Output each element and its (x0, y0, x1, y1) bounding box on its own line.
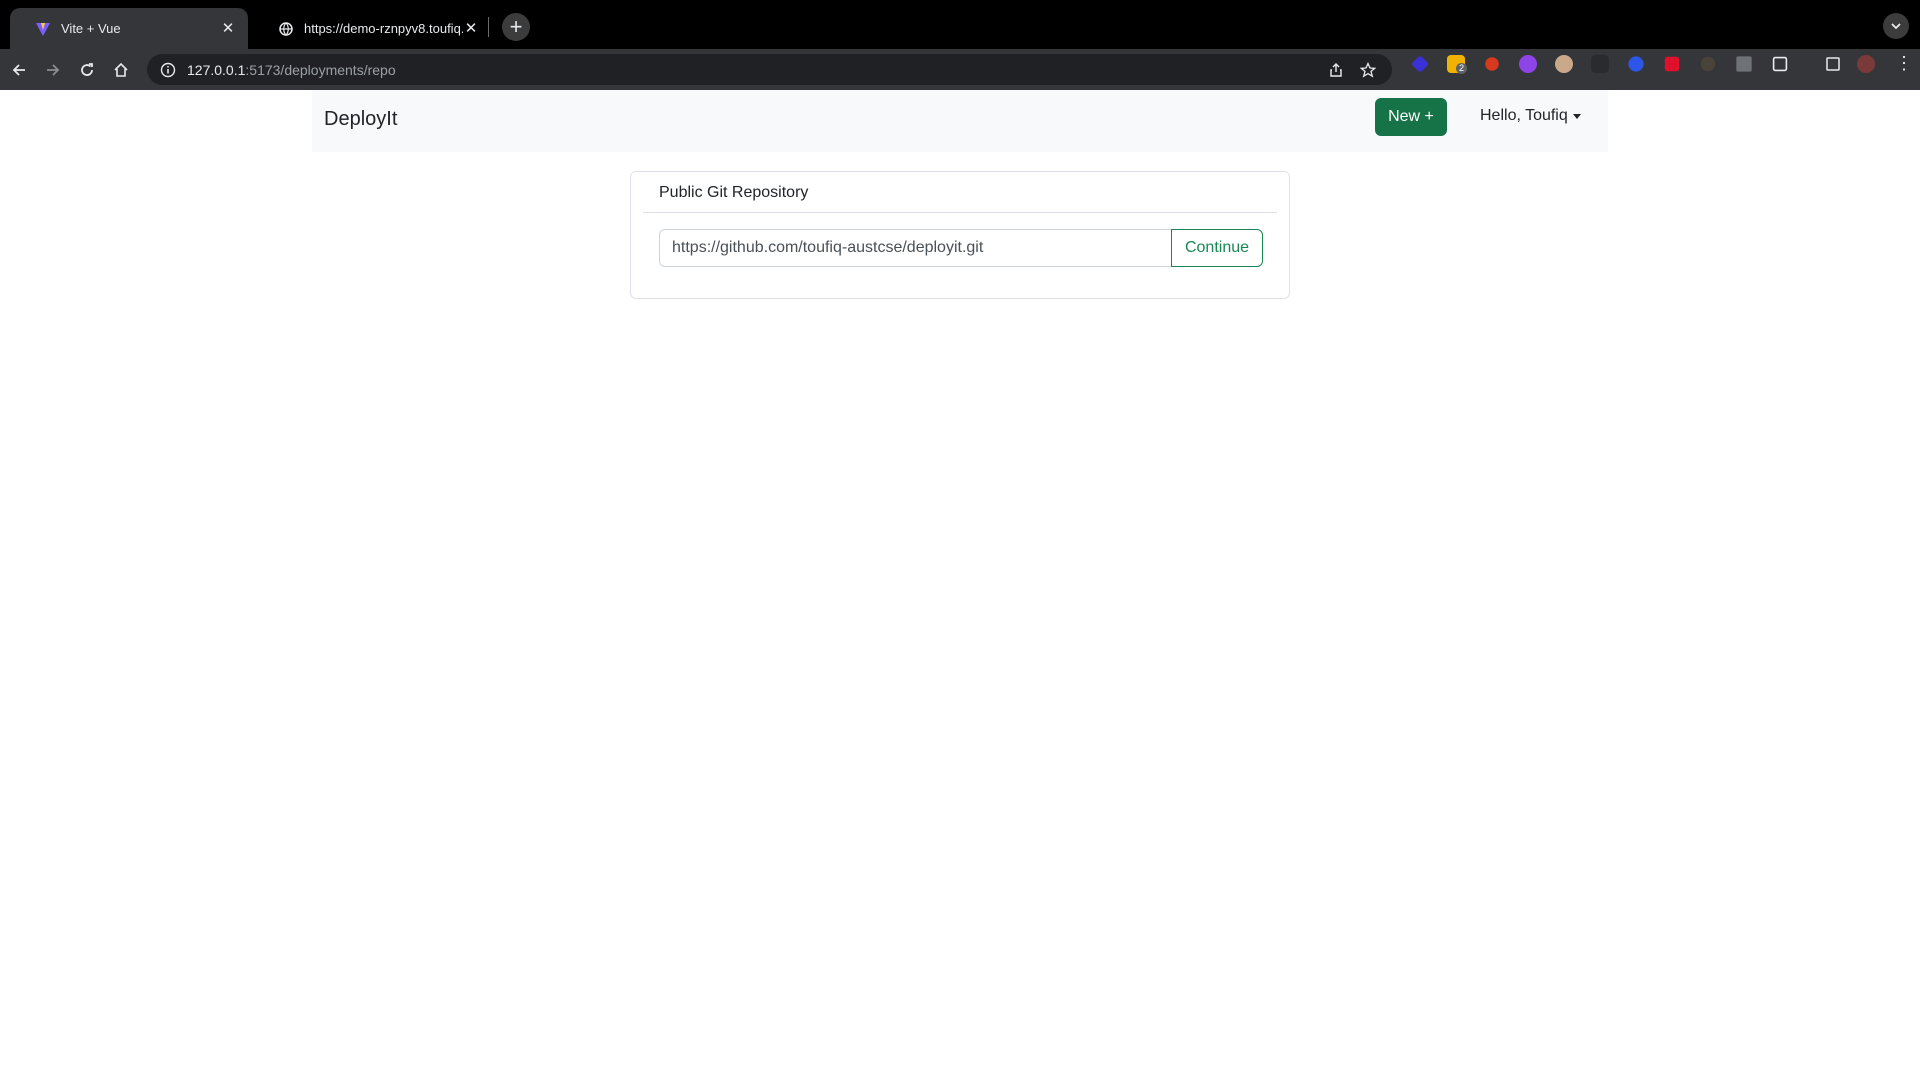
close-icon[interactable]: ✕ (463, 20, 479, 37)
info-icon[interactable] (159, 61, 177, 79)
extension-gear-blue-icon[interactable] (1628, 56, 1644, 72)
chevron-down-icon (1891, 23, 1901, 30)
globe-icon (278, 21, 294, 37)
url-path: :5173/deployments/repo (245, 61, 396, 78)
continue-button[interactable]: Continue (1171, 229, 1263, 267)
address-bar[interactable]: 127.0.0.1:5173/deployments/repo (147, 54, 1392, 85)
bookmark-star-icon[interactable] (1359, 61, 1377, 79)
extension-red-square-icon[interactable] (1664, 56, 1680, 72)
new-button[interactable]: New + (1375, 98, 1447, 136)
vite-icon (35, 21, 51, 37)
profile-avatar[interactable] (1857, 55, 1875, 73)
extension-badge: 2 (1456, 63, 1468, 74)
browser-tab-strip: Vite + Vue ✕ https://demo-rznpyv8.toufiq… (0, 0, 1920, 49)
user-menu[interactable]: Hello, Toufiq (1480, 107, 1581, 125)
user-menu-label: Hello, Toufiq (1480, 107, 1568, 124)
arrow-right-icon (47, 64, 60, 76)
reload-button[interactable] (74, 57, 100, 83)
extension-notes-icon[interactable]: 2 (1447, 55, 1468, 74)
forward-button[interactable] (40, 57, 66, 83)
arrow-left-icon (12, 64, 25, 76)
back-button[interactable] (6, 57, 32, 83)
side-panel-icon[interactable] (1826, 57, 1840, 71)
tab-title: https://demo-rznpyv8.toufiq.l (304, 21, 463, 36)
repo-card: Public Git Repository Continue (630, 171, 1290, 299)
reload-icon (81, 63, 93, 76)
tab-separator (488, 17, 489, 37)
caret-down-icon (1572, 113, 1581, 119)
home-button[interactable] (108, 57, 134, 83)
tab-title: Vite + Vue (61, 21, 121, 36)
home-icon (114, 62, 128, 77)
extension-bug-icon[interactable] (1485, 57, 1499, 71)
repo-url-input[interactable] (659, 229, 1172, 267)
new-tab-button[interactable]: + (502, 13, 530, 41)
brand-logo[interactable]: DeployIt (324, 108, 397, 131)
extensions-puzzle-icon[interactable] (1772, 56, 1788, 72)
tab-search-button[interactable] (1883, 13, 1909, 39)
tab-demo-site[interactable]: https://demo-rznpyv8.toufiq.l ✕ (253, 8, 491, 49)
page-content: DeployIt New + Hello, Toufiq Public Git … (0, 90, 1920, 1080)
card-header: Public Git Repository (643, 172, 1277, 213)
tab-vite-vue[interactable]: Vite + Vue ✕ (10, 8, 248, 49)
extension-spider-icon[interactable] (1700, 56, 1716, 72)
url-host: 127.0.0.1 (187, 61, 246, 78)
extension-purple-icon[interactable] (1519, 55, 1537, 73)
extension-mascot-icon[interactable] (1555, 55, 1573, 73)
close-icon[interactable]: ✕ (220, 20, 236, 37)
app-navbar: DeployIt New + Hello, Toufiq (312, 90, 1608, 152)
card-title: Public Git Repository (659, 184, 809, 201)
extension-h-icon[interactable] (1736, 56, 1752, 72)
share-icon[interactable] (1327, 61, 1345, 79)
extension-dark-icon[interactable] (1591, 55, 1609, 73)
kebab-menu-icon[interactable]: ⋮ (1895, 54, 1913, 73)
